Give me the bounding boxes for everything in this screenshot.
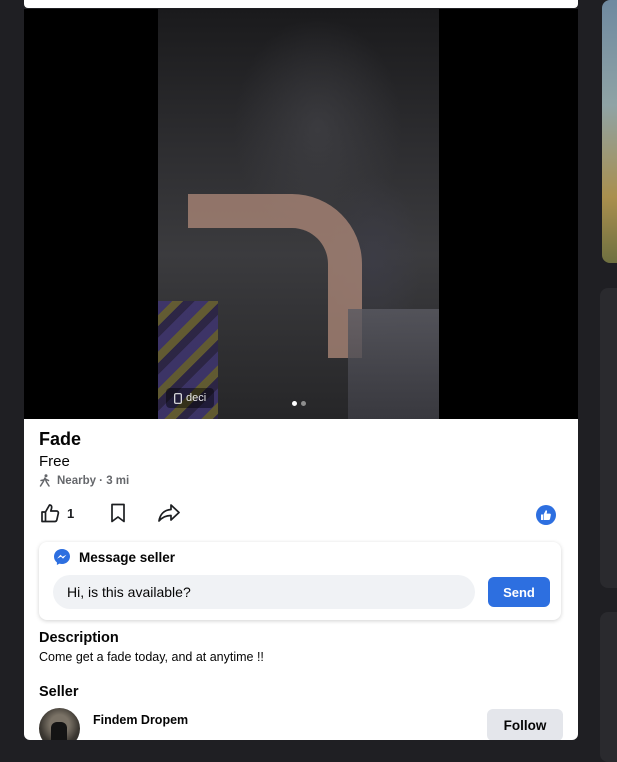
message-seller-header: Message seller: [53, 548, 175, 566]
photo-detail: [188, 194, 362, 358]
side-photo-thumbnail[interactable]: [602, 0, 617, 263]
listing-photo[interactable]: [158, 9, 439, 419]
side-panel: [600, 288, 617, 588]
like-button[interactable]: 1: [39, 502, 74, 524]
carousel-dot[interactable]: [301, 401, 306, 406]
description-text: Come get a fade today, and at anytime !!: [39, 650, 264, 664]
save-button[interactable]: [107, 502, 129, 524]
message-input[interactable]: [53, 575, 475, 609]
message-seller-title: Message seller: [79, 549, 176, 565]
share-icon: [158, 504, 180, 522]
like-count: 1: [67, 505, 75, 521]
carousel-dots: [292, 401, 306, 406]
listing-title: Fade: [39, 429, 82, 449]
share-button[interactable]: [157, 502, 181, 524]
listing-location: Nearby · 3 mi: [39, 474, 129, 487]
previous-card-edge: [24, 0, 578, 8]
thumbs-up-icon: [541, 510, 551, 520]
listing-media[interactable]: deci: [24, 9, 578, 419]
description-heading: Description: [39, 630, 119, 646]
listing-card: deci Fade Free Nearby · 3 mi 1 Message s…: [24, 9, 578, 740]
side-panel: [600, 612, 617, 762]
location-text: Nearby · 3 mi: [57, 474, 130, 487]
messenger-icon: [54, 549, 70, 565]
media-tag-label: deci: [186, 392, 207, 404]
reaction-like-badge[interactable]: [536, 505, 556, 525]
message-seller-box: Message seller Send: [39, 542, 561, 620]
media-tag: deci: [166, 388, 215, 408]
walking-icon: [39, 474, 50, 487]
bookmark-icon: [111, 503, 125, 523]
seller-heading: Seller: [39, 684, 79, 700]
follow-button[interactable]: Follow: [487, 709, 563, 740]
seller-avatar[interactable]: [39, 708, 80, 740]
thumbs-up-icon: [41, 504, 60, 523]
photo-detail: [348, 309, 439, 419]
seller-name[interactable]: Findem Dropem: [93, 713, 188, 727]
carousel-dot-active[interactable]: [292, 401, 297, 406]
phone-icon: [174, 392, 182, 404]
action-bar: 1: [39, 502, 564, 528]
send-button[interactable]: Send: [488, 577, 550, 607]
listing-price: Free: [39, 453, 70, 470]
